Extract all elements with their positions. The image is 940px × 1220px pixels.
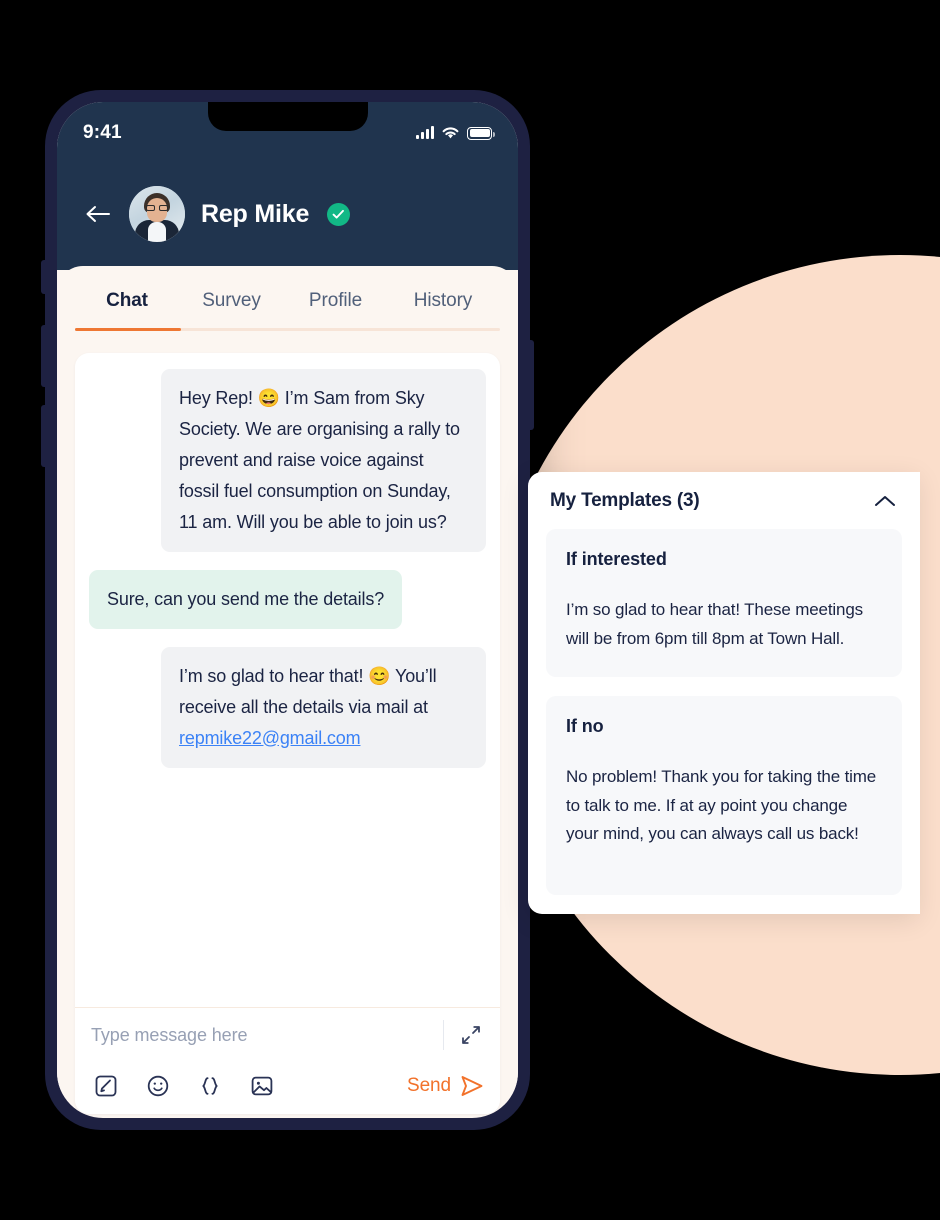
status-icon-group — [416, 126, 495, 140]
curly-braces-icon[interactable] — [197, 1073, 223, 1099]
content-sheet: Chat Survey Profile History Hey Rep! 😄 I… — [57, 266, 518, 1114]
template-card[interactable]: If interested I’m so glad to hear that! … — [546, 529, 902, 678]
composer-input-row — [75, 1008, 500, 1062]
tab-chat[interactable]: Chat — [75, 290, 179, 328]
send-paper-plane-icon — [461, 1076, 483, 1096]
phone-power-button — [529, 340, 534, 430]
tab-history[interactable]: History — [387, 290, 499, 328]
tab-underline-rail — [75, 328, 500, 331]
message-bubble-incoming-1: Hey Rep! 😄 I’m Sam from Sky Society. We … — [161, 369, 486, 552]
battery-icon — [467, 126, 495, 140]
message-bubble-incoming-2: I’m so glad to hear that! 😊 You’ll recei… — [161, 646, 486, 768]
message-row: Hey Rep! 😄 I’m Sam from Sky Society. We … — [89, 369, 486, 552]
template-body: No problem! Thank you for taking the tim… — [566, 767, 877, 844]
template-card[interactable]: If no No problem! Thank you for taking t… — [546, 696, 902, 895]
email-link[interactable]: repmike22@gmail.com — [179, 728, 361, 748]
phone-volume-up-button — [41, 325, 46, 387]
tab-bar: Chat Survey Profile History — [75, 266, 500, 328]
chat-card: Hey Rep! 😄 I’m Sam from Sky Society. We … — [75, 353, 500, 1114]
phone-screen: 9:41 Rep Mike Chat Survey Profile Histor… — [57, 102, 518, 1118]
message-text: I’m so glad to hear that! 😊 You’ll recei… — [179, 665, 437, 717]
status-clock: 9:41 — [83, 122, 122, 143]
contact-name: Rep Mike — [201, 199, 310, 228]
chevron-up-icon[interactable] — [872, 488, 898, 514]
message-row: Sure, can you send me the details? — [89, 569, 486, 629]
template-name: If no — [566, 716, 604, 737]
signal-bars-icon — [416, 126, 434, 139]
template-name: If interested — [566, 549, 667, 570]
image-icon[interactable] — [249, 1073, 275, 1099]
message-list: Hey Rep! 😄 I’m Sam from Sky Society. We … — [75, 353, 500, 1007]
message-composer: Send — [75, 1007, 500, 1114]
page-root: 9:41 Rep Mike Chat Survey Profile Histor… — [0, 0, 940, 1220]
templates-title: My Templates (3) — [550, 489, 700, 511]
templates-header: My Templates (3) — [546, 472, 902, 529]
template-body: I’m so glad to hear that! These meetings… — [566, 600, 864, 648]
back-arrow-icon[interactable] — [83, 199, 113, 229]
templates-panel: My Templates (3) If interested I’m so gl… — [528, 472, 920, 914]
phone-silent-switch — [41, 260, 46, 294]
message-input[interactable] — [91, 1024, 435, 1046]
status-bar: 9:41 — [57, 102, 518, 158]
wifi-icon — [442, 127, 459, 139]
chat-header: Rep Mike — [57, 158, 518, 270]
emoji-smiley-icon[interactable] — [145, 1073, 171, 1099]
avatar[interactable] — [129, 186, 185, 242]
composer-toolbar: Send — [75, 1062, 500, 1114]
composer-divider — [443, 1020, 444, 1050]
message-row: I’m so glad to hear that! 😊 You’ll recei… — [89, 646, 486, 768]
phone-volume-down-button — [41, 405, 46, 467]
phone-notch — [207, 102, 368, 131]
send-button-label: Send — [407, 1075, 451, 1096]
tab-active-indicator — [75, 328, 181, 331]
tab-profile[interactable]: Profile — [284, 290, 387, 328]
message-bubble-outgoing-1: Sure, can you send me the details? — [89, 569, 403, 629]
note-edit-icon[interactable] — [93, 1073, 119, 1099]
send-button[interactable]: Send — [407, 1075, 484, 1097]
phone-mockup: 9:41 Rep Mike Chat Survey Profile Histor… — [41, 90, 534, 1130]
expand-arrows-icon[interactable] — [458, 1022, 484, 1048]
verified-check-icon — [327, 202, 351, 226]
tab-survey[interactable]: Survey — [179, 290, 284, 328]
